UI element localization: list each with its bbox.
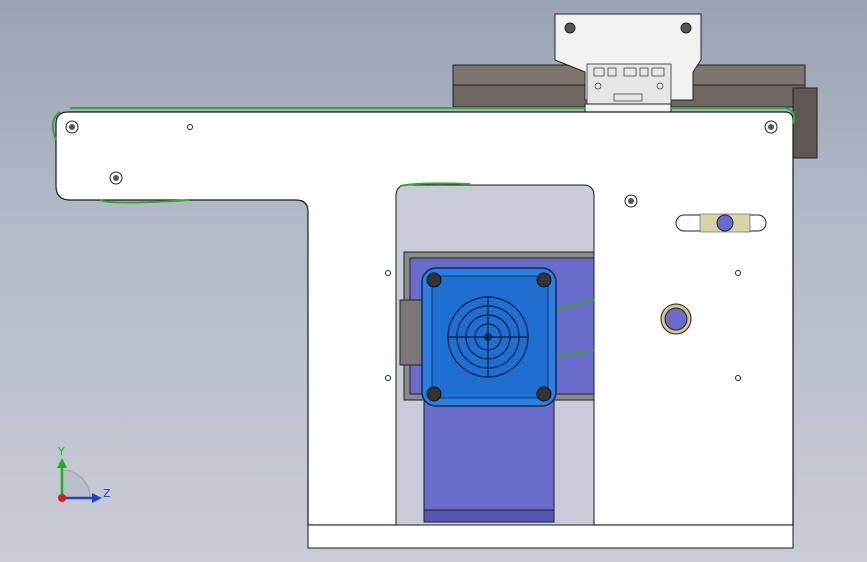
coordinate-triad-icon: Y Z	[57, 445, 111, 503]
cad-viewport[interactable]: Y Z	[0, 0, 867, 562]
bushing[interactable]	[660, 303, 692, 335]
model-canvas[interactable]: Y Z	[0, 0, 867, 562]
tensioner-slot[interactable]	[675, 213, 767, 233]
y-axis-label: Y	[57, 445, 65, 458]
z-axis-label: Z	[103, 487, 111, 500]
motor[interactable]	[421, 267, 557, 407]
